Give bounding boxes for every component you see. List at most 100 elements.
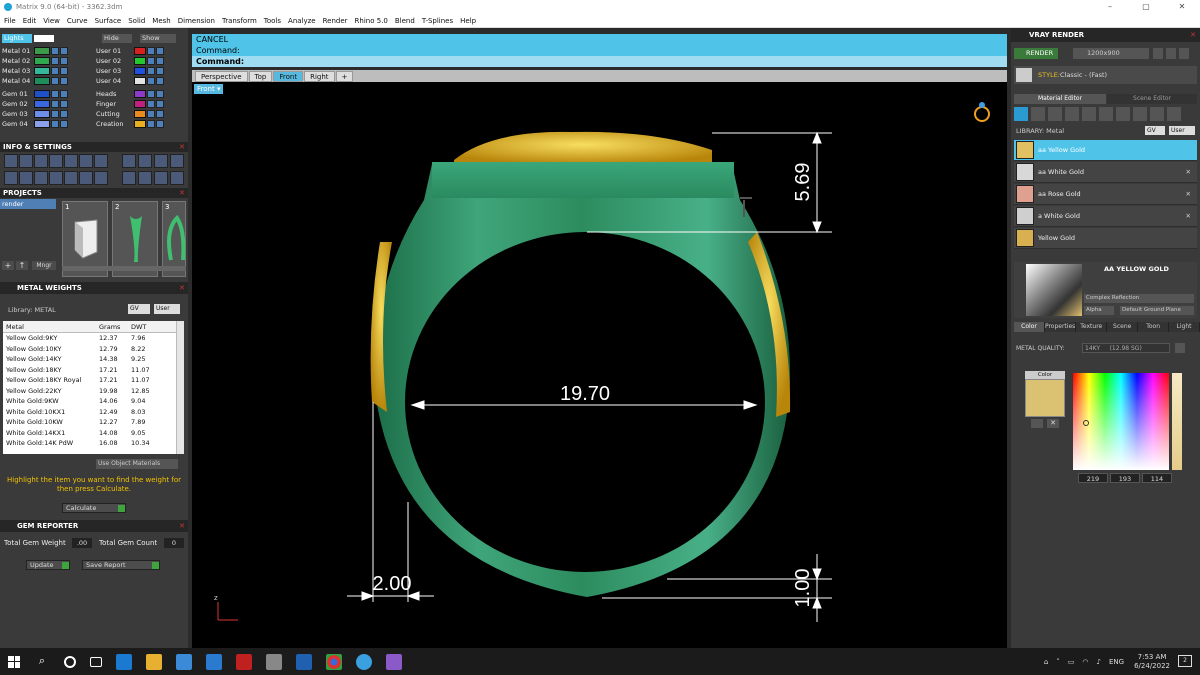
menu-render[interactable]: Render	[323, 17, 348, 25]
layer-row[interactable]: User 04	[96, 76, 164, 86]
menu-solid[interactable]: Solid	[128, 17, 145, 25]
tool-icon[interactable]	[19, 154, 33, 168]
menu-tsplines[interactable]: T-Splines	[422, 17, 453, 25]
lock-icon[interactable]	[51, 77, 59, 85]
tool-icon[interactable]	[154, 154, 168, 168]
volume-icon[interactable]: ♪	[1097, 658, 1101, 666]
show-button[interactable]: Show	[140, 34, 176, 43]
language-indicator[interactable]: ENG	[1109, 658, 1124, 666]
layer-row[interactable]: Gem 02	[2, 99, 68, 109]
projects-scrollbar[interactable]	[62, 266, 186, 271]
eyedropper-icon[interactable]	[1031, 419, 1043, 428]
search-icon[interactable]: ⌕	[34, 654, 50, 670]
tool-icon[interactable]	[122, 154, 136, 168]
calculate-button[interactable]: Calculate	[62, 503, 126, 513]
photos-icon[interactable]	[296, 653, 312, 670]
layer-swatch[interactable]	[134, 100, 146, 108]
manager-button[interactable]: Mngr	[32, 261, 56, 270]
eye-icon[interactable]	[60, 100, 68, 108]
lock-icon[interactable]	[147, 110, 155, 118]
eye-icon[interactable]	[156, 100, 164, 108]
layer-row[interactable]: User 01	[96, 46, 164, 56]
maximize-button[interactable]: ▢	[1128, 0, 1164, 14]
layer-swatch[interactable]	[134, 110, 146, 118]
layer-swatch[interactable]	[134, 47, 146, 55]
chrome-icon[interactable]	[326, 653, 342, 670]
remove-icon[interactable]: ✕	[1186, 190, 1191, 198]
tool-icon[interactable]	[79, 171, 93, 185]
eye-icon[interactable]	[60, 120, 68, 128]
add-project-button[interactable]: +	[2, 261, 14, 270]
table-row[interactable]: Yellow Gold:9KY 12.37 7.96	[3, 333, 184, 344]
layer-swatch[interactable]	[34, 110, 50, 118]
tab-perspective[interactable]: Perspective	[195, 71, 248, 82]
lights-swatch[interactable]	[34, 35, 54, 42]
file-explorer-icon[interactable]	[146, 653, 162, 670]
minimize-button[interactable]: –	[1092, 0, 1128, 14]
tool-icon[interactable]	[19, 171, 33, 185]
menu-tools[interactable]: Tools	[264, 17, 281, 25]
tool-icon[interactable]	[79, 154, 93, 168]
eye-icon[interactable]	[60, 47, 68, 55]
user-button[interactable]: User	[154, 304, 180, 314]
tool-icon[interactable]	[138, 171, 152, 185]
layer-row[interactable]: Metal 02	[2, 56, 68, 66]
tool-icon[interactable]	[154, 171, 168, 185]
hue-slider[interactable]	[1172, 373, 1182, 470]
remove-icon[interactable]: ✕	[1186, 212, 1191, 220]
lock-icon[interactable]	[51, 57, 59, 65]
color-swatch[interactable]	[1025, 379, 1065, 417]
material-item[interactable]: Yellow Gold	[1014, 228, 1197, 249]
menu-dimension[interactable]: Dimension	[178, 17, 215, 25]
table-scrollbar[interactable]	[176, 321, 184, 454]
project-item[interactable]: render	[0, 199, 56, 209]
close-icon[interactable]: ✕	[1190, 28, 1196, 42]
lock-icon[interactable]	[147, 47, 155, 55]
tab-front[interactable]: Front	[273, 71, 304, 82]
red-value[interactable]: 219	[1078, 473, 1108, 483]
tool-icon[interactable]	[1082, 107, 1096, 121]
layer-swatch[interactable]	[134, 77, 146, 85]
layer-swatch[interactable]	[134, 90, 146, 98]
table-row[interactable]: Yellow Gold:18KY Royal 17.21 11.07	[3, 375, 184, 386]
tool-icon[interactable]	[49, 171, 63, 185]
menu-view[interactable]: View	[43, 17, 60, 25]
color-picker[interactable]	[1073, 373, 1169, 470]
close-icon[interactable]: ✕	[179, 282, 185, 294]
tool-icon[interactable]	[138, 154, 152, 168]
tool-icon[interactable]	[49, 154, 63, 168]
tab-color[interactable]: Color	[1014, 322, 1045, 332]
menu-curve[interactable]: Curve	[67, 17, 88, 25]
tab-scene-editor[interactable]: Scene Editor	[1107, 94, 1197, 104]
menu-blend[interactable]: Blend	[395, 17, 415, 25]
resolution-field[interactable]: 1200x900	[1073, 48, 1149, 59]
tool-icon[interactable]	[4, 171, 18, 185]
chevron-up-icon[interactable]: ˄	[1056, 658, 1060, 666]
table-row[interactable]: White Gold:9KW 14.06 9.04	[3, 396, 184, 407]
tool-icon[interactable]	[170, 171, 184, 185]
table-row[interactable]: Yellow Gold:18KY 17.21 11.07	[3, 365, 184, 376]
lock-icon[interactable]	[147, 120, 155, 128]
lock-icon[interactable]	[147, 77, 155, 85]
lock-icon[interactable]	[51, 47, 59, 55]
layer-swatch[interactable]	[34, 100, 50, 108]
command-input[interactable]: Command:	[192, 56, 1007, 67]
layer-swatch[interactable]	[34, 120, 50, 128]
metal-quality-select[interactable]: 14KY (12.98 SG)	[1082, 343, 1170, 353]
tool-icon[interactable]	[1150, 107, 1164, 121]
lock-icon[interactable]	[147, 57, 155, 65]
app-icon[interactable]	[236, 653, 252, 670]
tool-icon[interactable]	[34, 154, 48, 168]
layer-row[interactable]: Metal 01	[2, 46, 68, 56]
eye-icon[interactable]	[156, 67, 164, 75]
tool-icon[interactable]	[1167, 107, 1181, 121]
lock-icon[interactable]	[51, 120, 59, 128]
tool-icon[interactable]	[1031, 107, 1045, 121]
tab-material-editor[interactable]: Material Editor	[1014, 94, 1106, 104]
lock-icon[interactable]	[51, 67, 59, 75]
tab-properties[interactable]: Properties	[1044, 322, 1077, 332]
tab-toon[interactable]: Toon	[1138, 322, 1170, 332]
menu-edit[interactable]: Edit	[23, 17, 37, 25]
layer-row[interactable]: Metal 04	[2, 76, 68, 86]
gv-button[interactable]: GV	[128, 304, 150, 314]
